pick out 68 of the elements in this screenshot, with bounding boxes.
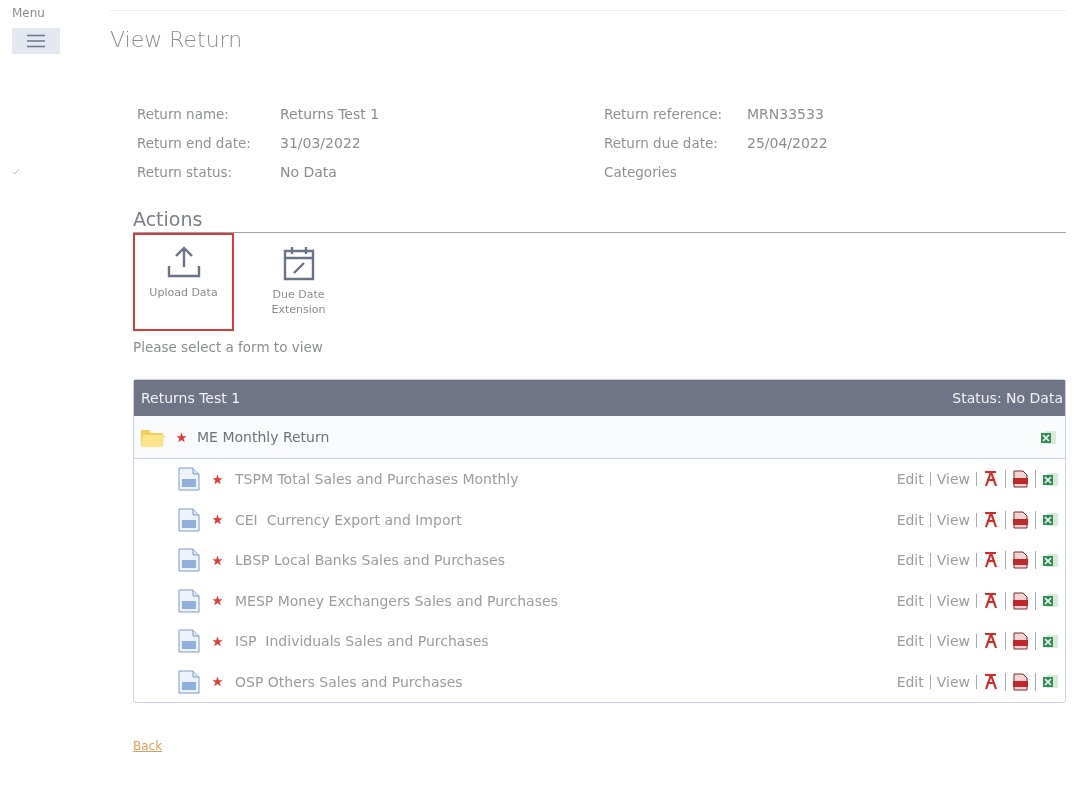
- view-link[interactable]: View: [930, 512, 977, 527]
- form-name[interactable]: LBSP Local Banks Sales and Purchases: [235, 552, 879, 569]
- form-name[interactable]: CEI Currency Export and Import: [235, 511, 879, 528]
- detail-value: 25/04/2022: [747, 135, 829, 151]
- excel-icon[interactable]: [1042, 673, 1059, 691]
- xml-file-icon[interactable]: [1012, 551, 1029, 570]
- detail-label: Return status:: [137, 164, 234, 180]
- xml-file-icon[interactable]: [1012, 510, 1029, 529]
- detail-label: Categories: [604, 164, 678, 180]
- document-icon: [178, 548, 200, 573]
- action-button[interactable]: Upload Data: [133, 233, 234, 331]
- view-link[interactable]: View: [930, 674, 977, 689]
- detail-value: No Data: [280, 164, 338, 180]
- document-icon: [178, 669, 200, 694]
- edit-link[interactable]: Edit: [890, 634, 931, 649]
- xml-file-icon[interactable]: [1012, 470, 1029, 489]
- excel-icon[interactable]: [1042, 470, 1059, 488]
- pdf-icon[interactable]: [983, 470, 999, 489]
- detail-label: Return reference:: [604, 106, 724, 122]
- pdf-icon[interactable]: [983, 510, 999, 529]
- upload-icon: [165, 245, 202, 279]
- document-icon: [178, 588, 200, 613]
- table-title: Returns Test 1: [141, 390, 241, 406]
- menu-label: Menu: [12, 6, 45, 20]
- pdf-icon[interactable]: [983, 591, 999, 610]
- calendar-edit-icon: [281, 245, 316, 281]
- form-name[interactable]: ISP Individuals Sales and Purchases: [235, 633, 879, 650]
- menu-icon: [26, 34, 46, 48]
- excel-icon[interactable]: [1042, 592, 1059, 610]
- edit-link[interactable]: Edit: [890, 472, 931, 487]
- menu-button[interactable]: [12, 28, 60, 54]
- pdf-icon[interactable]: [983, 632, 999, 651]
- group-name: ME Monthly Return: [197, 429, 331, 445]
- document-icon: [178, 507, 200, 532]
- xml-file-icon[interactable]: [1012, 591, 1029, 610]
- page-title: View Return: [110, 27, 244, 52]
- view-link[interactable]: View: [930, 634, 977, 649]
- view-link[interactable]: View: [930, 593, 977, 608]
- form-name[interactable]: OSP Others Sales and Purchases: [235, 673, 879, 690]
- detail-label: Return due date:: [604, 135, 719, 151]
- document-icon: [178, 629, 200, 654]
- back-link[interactable]: Back: [133, 739, 163, 753]
- detail-value: Returns Test 1: [280, 106, 381, 122]
- pdf-icon[interactable]: [983, 551, 999, 570]
- group-row[interactable]: ME Monthly Return: [134, 416, 1065, 459]
- pdf-icon[interactable]: [983, 672, 999, 691]
- form-name[interactable]: TSPM Total Sales and Purchases Monthly: [235, 471, 879, 488]
- xml-file-icon[interactable]: [1012, 632, 1029, 651]
- table-status: Status: No Data: [952, 390, 1063, 406]
- edit-link[interactable]: Edit: [890, 674, 931, 689]
- excel-icon[interactable]: [1042, 551, 1059, 569]
- form-name[interactable]: MESP Money Exchangers Sales and Purchases: [235, 592, 879, 609]
- excel-icon[interactable]: [1042, 632, 1059, 650]
- detail-value: 31/03/2022: [280, 135, 362, 151]
- check-icon: [12, 168, 20, 175]
- document-icon: [178, 467, 200, 492]
- detail-label: Return end date:: [137, 135, 252, 151]
- edit-link[interactable]: Edit: [890, 553, 931, 568]
- view-link[interactable]: View: [930, 472, 977, 487]
- excel-icon[interactable]: [1042, 511, 1059, 529]
- edit-link[interactable]: Edit: [890, 512, 931, 527]
- detail-label: Return name:: [137, 106, 230, 122]
- detail-value: MRN33533: [747, 106, 825, 122]
- excel-icon[interactable]: [1040, 428, 1057, 446]
- prompt-text: Please select a form to view: [133, 339, 324, 355]
- edit-link[interactable]: Edit: [890, 593, 931, 608]
- xml-file-icon[interactable]: [1012, 672, 1029, 691]
- view-link[interactable]: View: [930, 553, 977, 568]
